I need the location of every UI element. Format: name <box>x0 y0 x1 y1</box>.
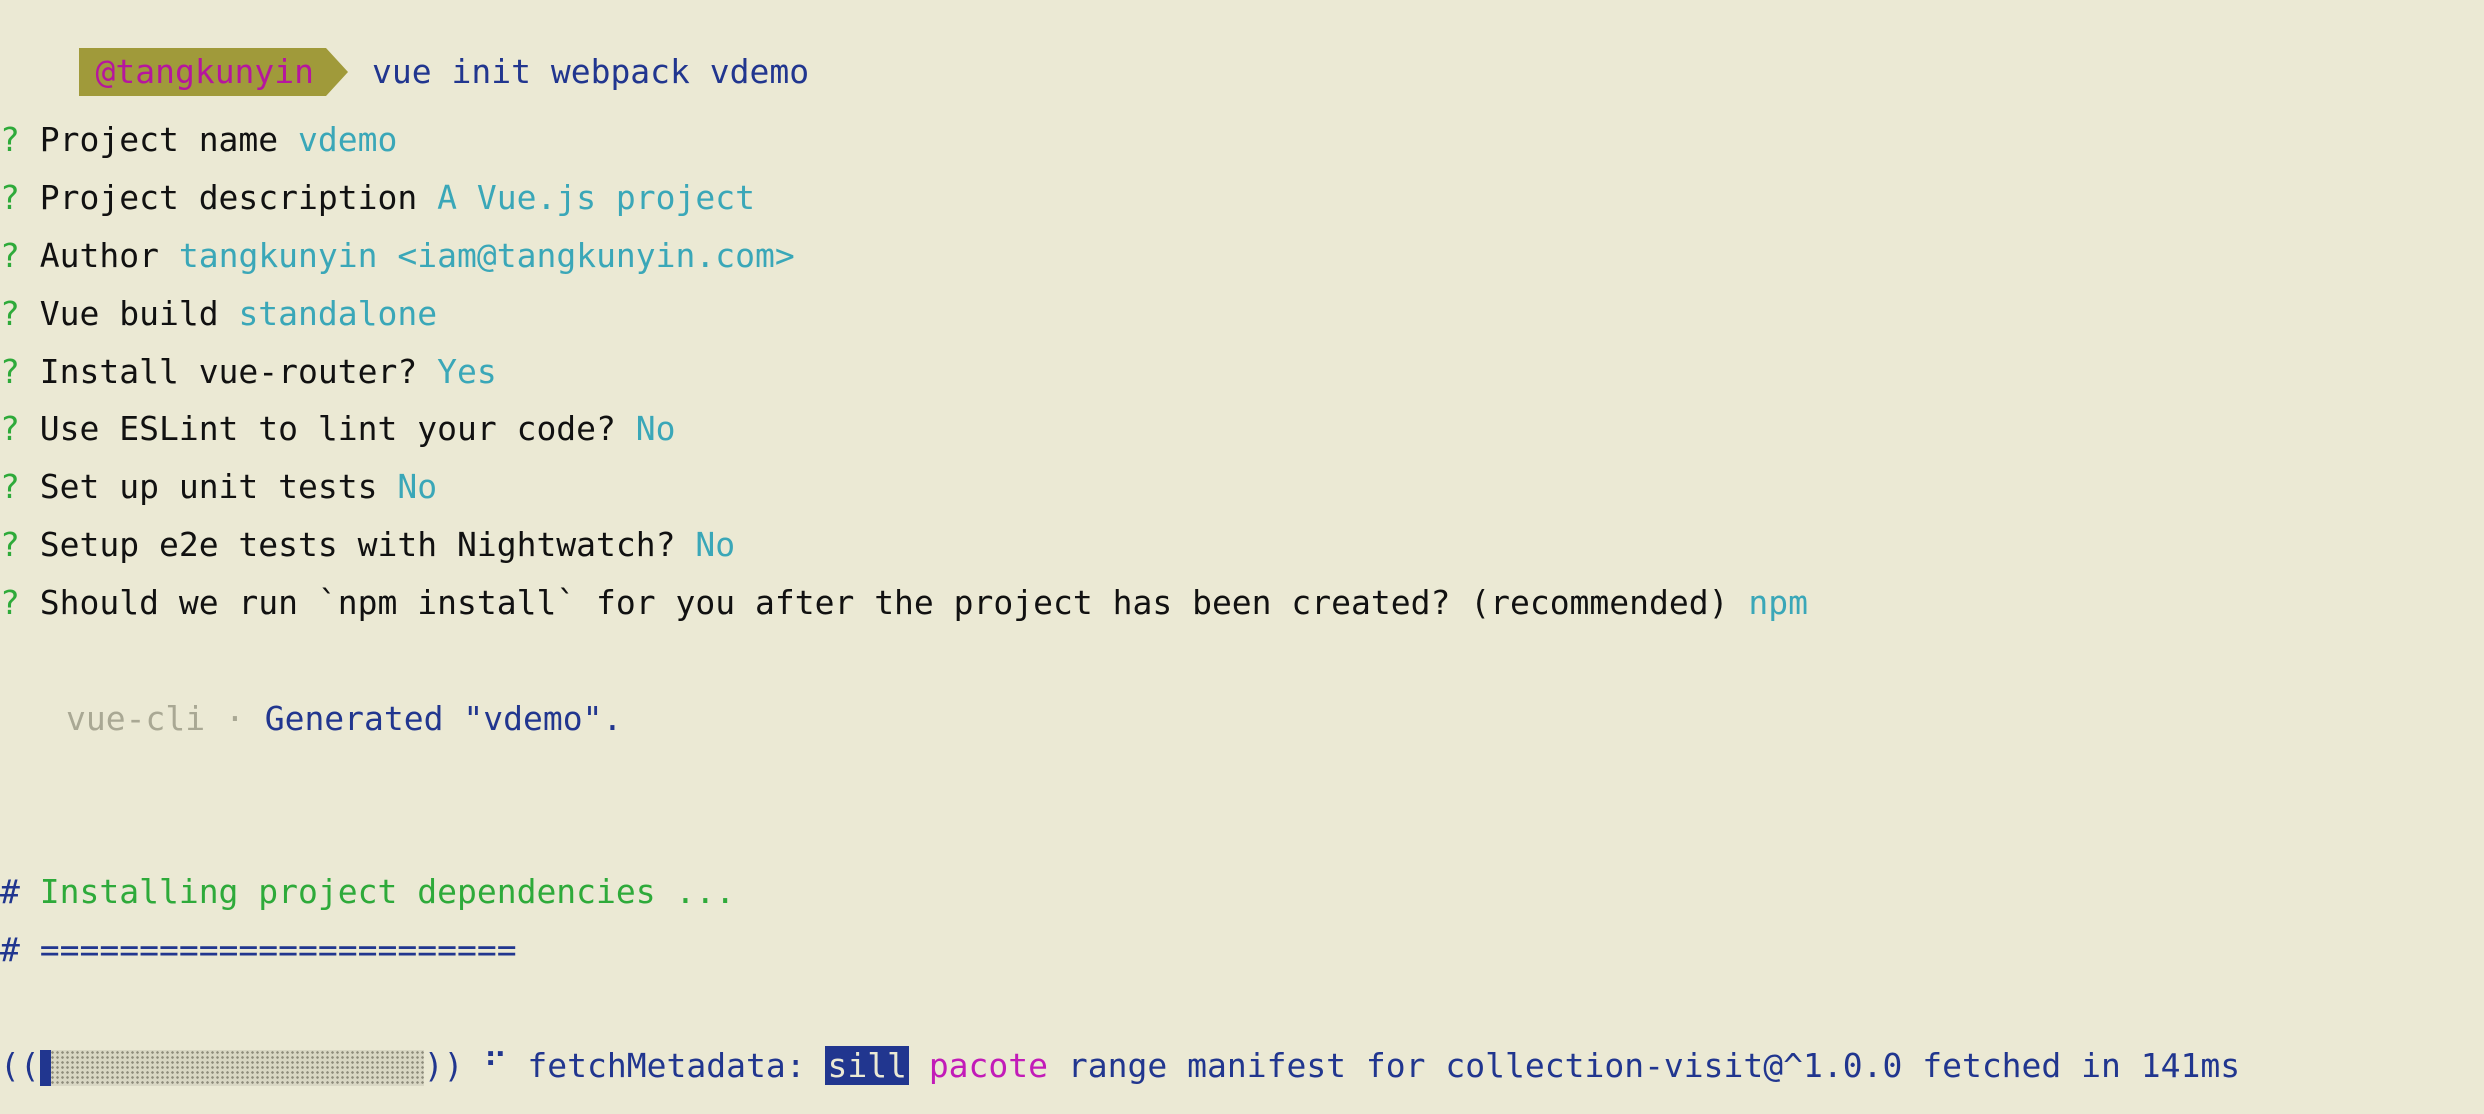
question-label: Project name <box>39 120 279 159</box>
question-mark: ? <box>0 294 20 333</box>
terminal-window[interactable]: @tangkunyin vue init webpack vdemo ? Proj… <box>0 0 2484 1114</box>
question-line: ? Project name vdemo <box>0 116 397 164</box>
question-line: ? Set up unit tests No <box>0 463 437 511</box>
question-label: Vue build <box>39 294 219 333</box>
question-answer: vdemo <box>298 120 398 159</box>
question-mark: ? <box>0 409 20 448</box>
prompt-arrow-icon <box>326 48 349 96</box>
question-mark: ? <box>0 236 20 275</box>
log-level-badge: sill <box>825 1046 909 1085</box>
progress-module: pacote <box>928 1046 1049 1085</box>
install-heading-line: # Installing project dependencies ... <box>0 868 735 916</box>
question-label: Project description <box>39 178 418 217</box>
question-answer: No <box>635 409 676 448</box>
question-mark: ? <box>0 352 20 391</box>
generated-separator: · <box>224 699 245 738</box>
prompt-command: vue init webpack vdemo <box>372 52 810 91</box>
install-heading: Installing project dependencies ... <box>39 872 736 911</box>
progress-bar <box>39 1049 424 1086</box>
question-answer: No <box>695 525 736 564</box>
progress-line: (()) ⠋ fetchMetadata: sill pacote range … <box>0 1042 2240 1090</box>
question-mark: ? <box>0 120 20 159</box>
question-mark: ? <box>0 467 20 506</box>
install-rule: ======================== <box>39 930 517 969</box>
question-answer: A Vue.js project <box>437 178 756 217</box>
progress-message: range manifest for collection-visit@^1.0… <box>1067 1046 2241 1085</box>
question-line: ? Use ESLint to lint your code? No <box>0 405 676 453</box>
question-mark: ? <box>0 525 20 564</box>
question-line: ? Setup e2e tests with Nightwatch? No <box>0 521 735 569</box>
question-answer: No <box>397 467 438 506</box>
question-label: Set up unit tests <box>39 467 378 506</box>
question-label: Setup e2e tests with Nightwatch? <box>39 525 676 564</box>
generated-message: Generated "vdemo". <box>264 699 623 738</box>
install-heading-mark: # <box>0 872 20 911</box>
question-label: Use ESLint to lint your code? <box>39 409 616 448</box>
question-answer: npm <box>1748 583 1808 622</box>
question-answer: standalone <box>238 294 438 333</box>
install-rule-line: # ======================== <box>0 926 517 974</box>
question-line: ? Vue build standalone <box>0 290 437 338</box>
prompt-line: @tangkunyin vue init webpack vdemo <box>0 0 809 96</box>
progress-task: fetchMetadata: <box>527 1046 806 1085</box>
question-label: Should we run `npm install` for you afte… <box>39 583 1729 622</box>
question-mark: ? <box>0 178 20 217</box>
question-answer: tangkunyin <iam@tangkunyin.com> <box>178 236 795 275</box>
progress-bar-fill <box>39 1049 52 1086</box>
question-label: Author <box>39 236 159 275</box>
generated-tool: vue-cli <box>66 699 206 738</box>
generated-line: vue-cli · Generated "vdemo". <box>66 695 622 743</box>
prompt-user: @tangkunyin <box>79 48 327 96</box>
install-rule-mark: # <box>0 930 20 969</box>
spinner-icon: ⠋ <box>483 1046 508 1085</box>
question-line: ? Should we run `npm install` for you af… <box>0 579 1808 627</box>
question-label: Install vue-router? <box>39 352 418 391</box>
progress-open-paren: (( <box>0 1046 40 1085</box>
question-answer: Yes <box>437 352 497 391</box>
progress-close-paren: )) <box>423 1046 464 1085</box>
question-line: ? Project description A Vue.js project <box>0 174 755 222</box>
question-line: ? Install vue-router? Yes <box>0 348 497 396</box>
question-line: ? Author tangkunyin <iam@tangkunyin.com> <box>0 232 795 280</box>
question-mark: ? <box>0 583 20 622</box>
